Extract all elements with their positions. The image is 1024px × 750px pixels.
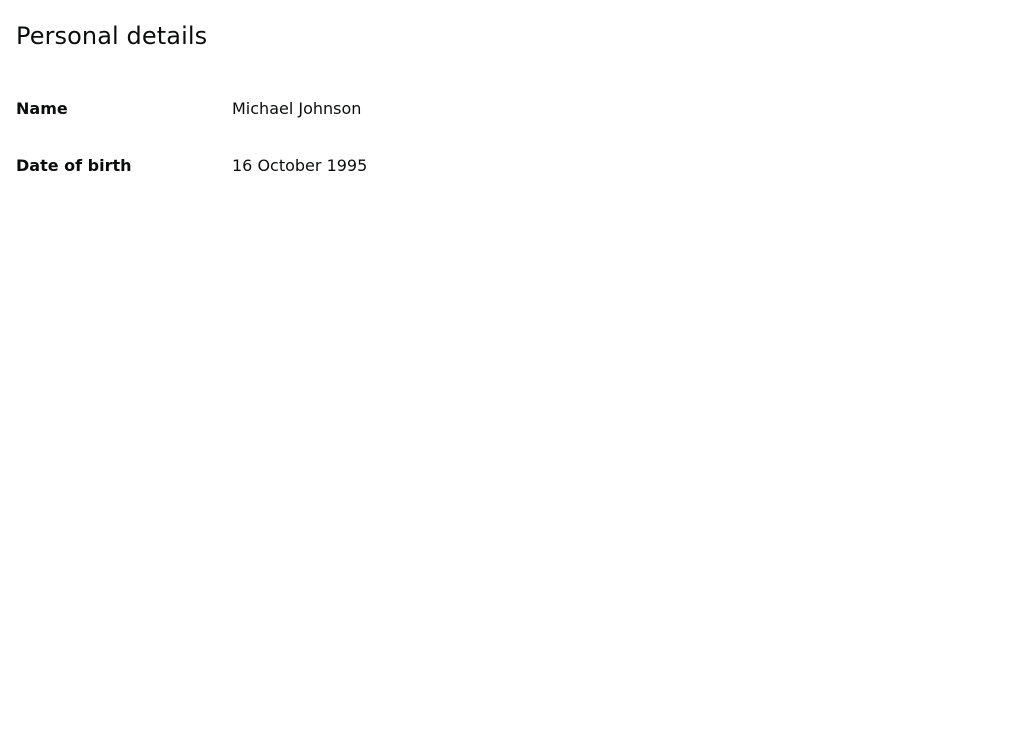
page: Personal details Name Michael Johnson Da… xyxy=(0,0,1024,750)
summary-key-name: Name xyxy=(16,99,68,118)
summary-value-date-of-birth: 16 October 1995 xyxy=(232,156,368,175)
summary-key-date-of-birth: Date of birth xyxy=(16,156,132,175)
summary-row-date-of-birth: Date of birth 16 October 1995 xyxy=(16,152,696,209)
summary-row-name: Name Michael Johnson xyxy=(16,95,696,152)
summary-value-name: Michael Johnson xyxy=(232,99,362,118)
summary-list: Name Michael Johnson Date of birth 16 Oc… xyxy=(16,95,696,209)
page-title: Personal details xyxy=(16,22,208,50)
